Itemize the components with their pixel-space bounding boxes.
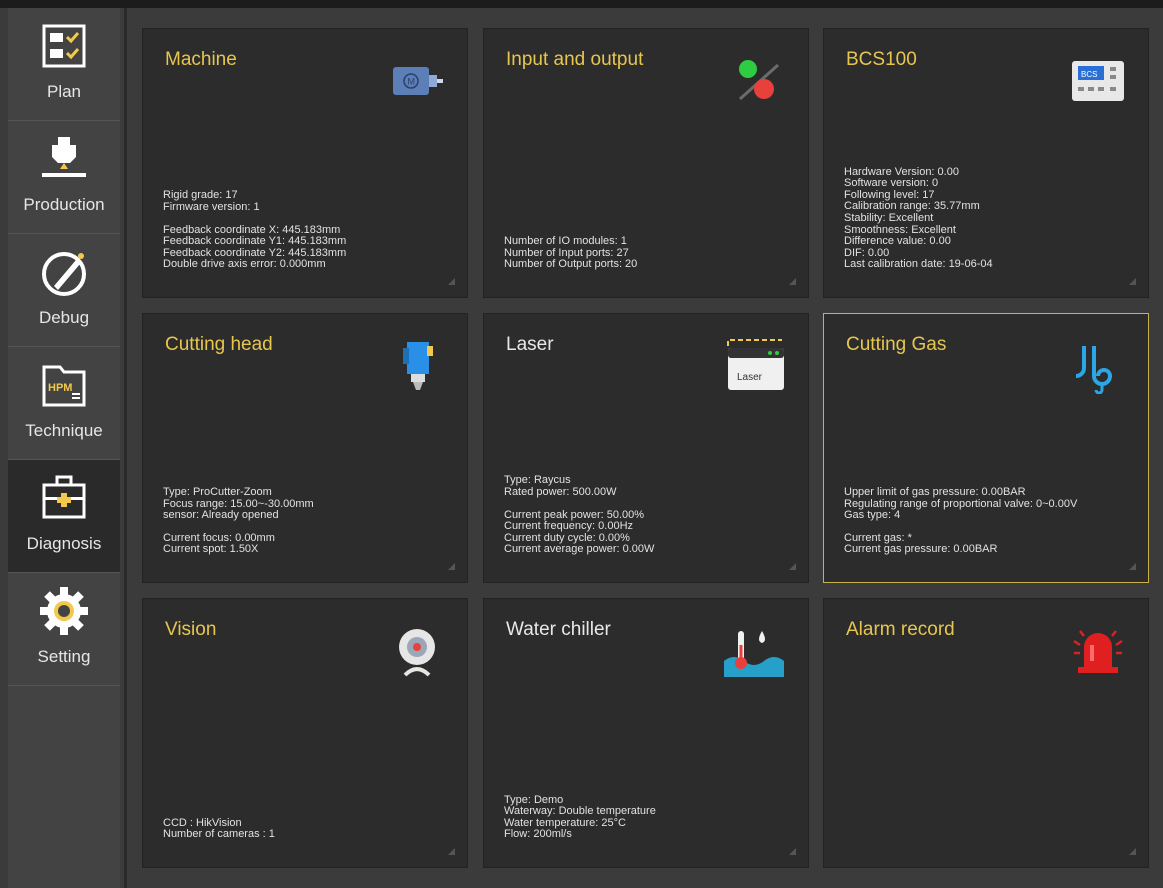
gear-icon xyxy=(40,587,88,635)
card-title: Input and output xyxy=(506,49,644,70)
info-line: Current gas pressure: 0.00BAR xyxy=(844,543,998,556)
sidebar-item-label: Debug xyxy=(38,308,90,327)
resize-grip-icon xyxy=(789,563,796,570)
resize-grip-icon xyxy=(1129,848,1136,855)
card-info: Hardware Version: 0.00 Software version:… xyxy=(844,166,1134,271)
io-switch-icon xyxy=(738,60,780,101)
resize-grip-icon xyxy=(448,278,455,285)
info-line: Flow: 200ml/s xyxy=(504,828,572,841)
info-line: Number of Output ports: 20 xyxy=(504,258,638,271)
hpm-folder-icon: HPM xyxy=(42,365,86,407)
info-line: Current spot: 1.50X xyxy=(163,543,259,556)
card-info: Upper limit of gas pressure: 0.00BAR Reg… xyxy=(844,486,1134,556)
camera-icon xyxy=(399,629,435,677)
card-info: Type: ProCutter-Zoom Focus range: 15.00~… xyxy=(163,486,453,556)
medical-kit-icon xyxy=(42,475,86,519)
laser-icon-text: Laser xyxy=(737,372,763,383)
resize-grip-icon xyxy=(1129,563,1136,570)
info-line: Number of cameras : 1 xyxy=(163,828,275,841)
sidebar-item-plan[interactable]: Plan xyxy=(8,8,120,121)
info-line: Type: ProCutter-Zoom xyxy=(163,486,272,499)
card-info: Number of IO modules: 1 Number of Input … xyxy=(504,236,794,271)
info-line: Firmware version: 1 xyxy=(163,201,260,214)
svg-text:HPM: HPM xyxy=(48,382,72,394)
card-title: Cutting head xyxy=(165,334,273,355)
sidebar-item-label: Diagnosis xyxy=(26,534,102,553)
water-thermometer-icon xyxy=(724,631,784,677)
info-line: Double drive axis error: 0.000mm xyxy=(163,258,326,271)
sidebar-item-diagnosis[interactable]: Diagnosis xyxy=(8,460,120,573)
card-title: BCS100 xyxy=(846,49,917,70)
info-gap xyxy=(163,214,453,225)
sidebar-item-label: Production xyxy=(23,195,105,214)
gas-pipe-icon xyxy=(1075,346,1113,394)
bcs-controller-icon: BCS xyxy=(1072,61,1124,101)
debug-pen-icon xyxy=(42,252,86,296)
sidebar: Plan Production Debug HPM Technique Diag… xyxy=(8,8,120,888)
resize-grip-icon xyxy=(448,563,455,570)
top-bar xyxy=(0,0,1163,8)
card-cutting-gas[interactable]: Cutting Gas Upper limit of gas pressure:… xyxy=(823,313,1149,583)
laser-device-icon: Laser xyxy=(727,339,784,390)
card-title: Cutting Gas xyxy=(846,334,947,355)
resize-grip-icon xyxy=(789,278,796,285)
bcs-screen-text: BCS xyxy=(1081,70,1097,79)
sidebar-item-label: Plan xyxy=(46,82,82,101)
card-title: Alarm record xyxy=(846,619,955,640)
sidebar-item-label: Technique xyxy=(25,421,103,440)
card-alarm-record[interactable]: Alarm record xyxy=(823,598,1149,868)
card-info: CCD : HikVision Number of cameras : 1 xyxy=(163,817,453,841)
sidebar-divider xyxy=(124,8,127,888)
card-title: Laser xyxy=(506,334,554,355)
card-info: Type: Demo Waterway: Double temperature … xyxy=(504,794,794,841)
svg-text:M: M xyxy=(408,77,416,87)
card-title: Machine xyxy=(165,49,237,70)
info-line: Upper limit of gas pressure: 0.00BAR xyxy=(844,486,1026,499)
info-line: Current average power: 0.00W xyxy=(504,543,655,556)
card-bcs100[interactable]: BCS100 BCS Hardware Version: 0.00 Softwa… xyxy=(823,28,1149,298)
alarm-siren-icon xyxy=(1073,630,1123,673)
card-info: Rigid grade: 17 Firmware version: 1 Feed… xyxy=(163,190,453,271)
resize-grip-icon xyxy=(789,848,796,855)
card-machine[interactable]: Machine M Rigid grade: 17 Firmware versi… xyxy=(142,28,468,298)
card-cutting-head[interactable]: Cutting head Type: ProCutter-Zoom Focus … xyxy=(142,313,468,583)
info-line: sensor: Already opened xyxy=(163,509,279,522)
info-line: Stability: Excellent xyxy=(844,212,934,225)
sidebar-item-debug[interactable]: Debug xyxy=(8,234,120,347)
plan-checklist-icon xyxy=(42,24,86,68)
card-title: Water chiller xyxy=(506,619,611,640)
card-vision[interactable]: Vision CCD : HikVision Number of cameras… xyxy=(142,598,468,868)
sidebar-item-setting[interactable]: Setting xyxy=(8,573,120,686)
card-title: Vision xyxy=(165,619,217,640)
motor-icon: M xyxy=(393,67,443,95)
cutting-head-icon xyxy=(403,342,433,390)
sidebar-item-label: Setting xyxy=(37,647,91,666)
card-input-output[interactable]: Input and output Number of IO modules: 1… xyxy=(483,28,809,298)
sidebar-item-technique[interactable]: HPM Technique xyxy=(8,347,120,460)
info-line: Last calibration date: 19-06-04 xyxy=(844,258,993,271)
card-info: Type: Raycus Rated power: 500.00W Curren… xyxy=(504,475,794,556)
sidebar-item-production[interactable]: Production xyxy=(8,121,120,234)
resize-grip-icon xyxy=(448,848,455,855)
info-gap xyxy=(504,499,794,510)
production-icon xyxy=(42,137,86,177)
info-line: Gas type: 4 xyxy=(844,509,901,522)
card-water-chiller[interactable]: Water chiller Type: Demo Waterway: Doubl… xyxy=(483,598,809,868)
resize-grip-icon xyxy=(1129,278,1136,285)
info-line: Rated power: 500.00W xyxy=(504,486,617,499)
card-laser[interactable]: Laser Laser Type: Raycus Rated power: 50… xyxy=(483,313,809,583)
